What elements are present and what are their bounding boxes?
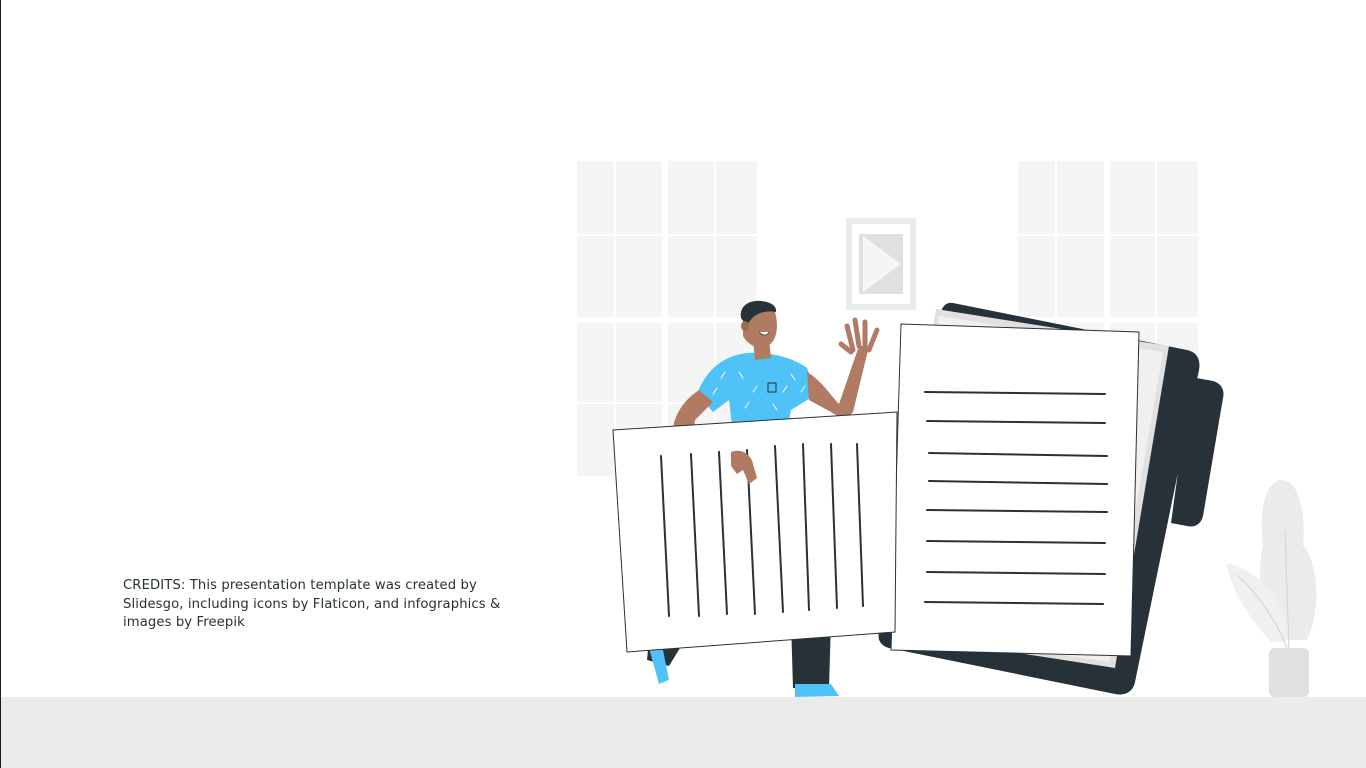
slide-canvas: CREDITS: This presentation template was … — [0, 0, 1366, 768]
picture-frame — [846, 218, 916, 310]
illustration — [577, 161, 1317, 697]
credits-text: CREDITS: This presentation template was … — [123, 578, 501, 631]
plant-decoration — [1226, 479, 1317, 697]
large-document-page — [890, 323, 1140, 657]
held-document-page — [612, 411, 898, 653]
